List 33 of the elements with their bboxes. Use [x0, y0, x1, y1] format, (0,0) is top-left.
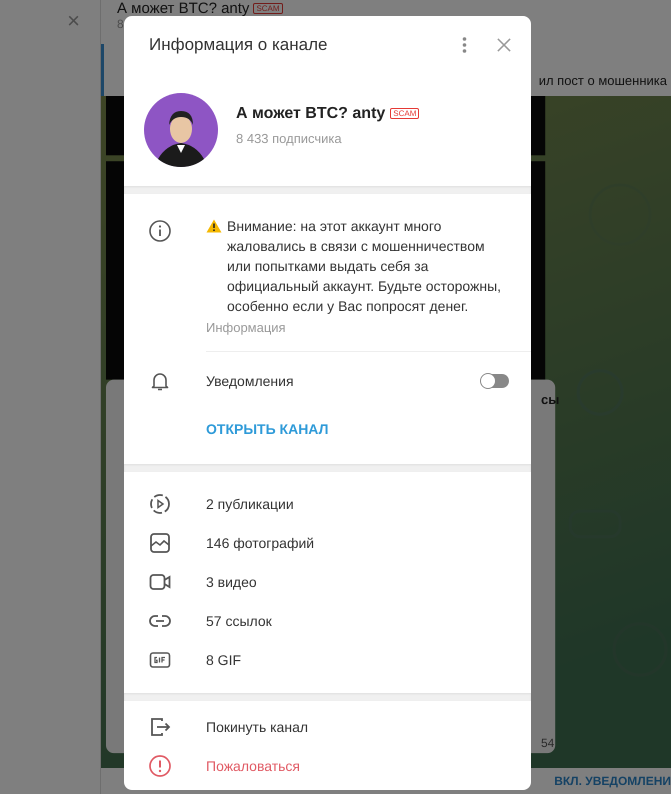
- media-item[interactable]: 57 ссылок: [124, 601, 531, 640]
- close-icon[interactable]: [497, 38, 511, 52]
- scam-badge: SCAM: [390, 108, 420, 119]
- warning-text: Внимание: на этот аккаунт много жаловались в связи с мошенничеством или попытками выдать себя за официальный аккаунт. Будьте осторожны, особенно если у Вас попросят денег.: [227, 217, 502, 316]
- media-count: 3 видео: [206, 574, 258, 590]
- media-count: 146 фотографий: [206, 534, 316, 550]
- media-item[interactable]: 146 фотографий: [124, 523, 531, 562]
- media-item[interactable]: 8 GIF: [124, 640, 531, 679]
- channel-name: А может BTC? anty: [236, 104, 386, 122]
- action-label: Покинуть канал: [206, 718, 310, 734]
- scam-badge: SCAM: [253, 2, 283, 14]
- chat-title: А может BTC? anty: [117, 0, 250, 16]
- more-icon[interactable]: [462, 37, 467, 53]
- warning-icon: [206, 219, 222, 233]
- pinned-text: ил пост о мошенника: [538, 73, 667, 88]
- subscriber-count: 8 433 подписчика: [236, 130, 343, 146]
- report-item[interactable]: Пожаловаться: [124, 746, 531, 785]
- action-label: Пожаловаться: [206, 758, 302, 774]
- media-item[interactable]: 3 видео: [124, 562, 531, 601]
- media-item[interactable]: 2 публикации: [124, 484, 531, 523]
- play-circle-icon: [148, 492, 172, 516]
- notifications-toggle[interactable]: [481, 374, 509, 388]
- info-icon: [148, 219, 172, 243]
- media-count: 57 ссылок: [206, 612, 273, 628]
- notifications-label: Уведомления: [206, 373, 295, 389]
- info-caption: Информация: [206, 320, 287, 335]
- message-time: 54: [541, 736, 554, 750]
- image-icon: [148, 530, 172, 554]
- alert-icon: [148, 754, 172, 778]
- media-count: 8 GIF: [206, 652, 242, 668]
- dialog-title: Информация о канале: [149, 35, 328, 55]
- media-count: 2 публикации: [206, 496, 295, 512]
- leave-item[interactable]: Покинуть канал: [124, 707, 531, 746]
